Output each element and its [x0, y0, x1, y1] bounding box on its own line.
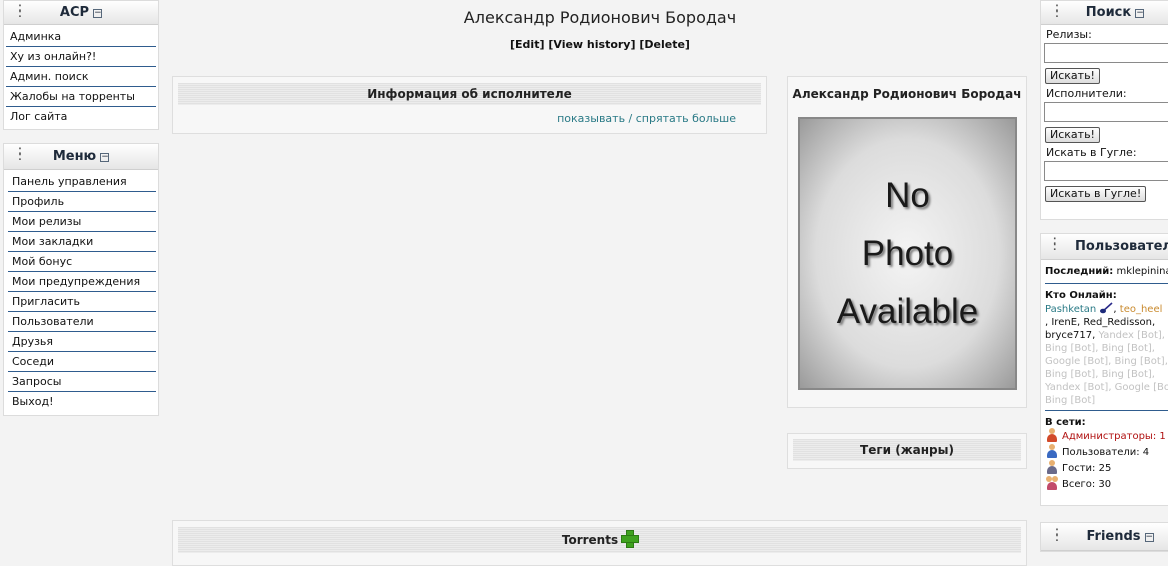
- collapse-icon[interactable]: −: [1135, 9, 1145, 18]
- last-user-link[interactable]: mklepinina: [1116, 266, 1168, 277]
- last-user-row: Последний: mklepinina: [1045, 260, 1168, 284]
- stat-guests: Гости: 25: [1045, 460, 1168, 476]
- collapse-icon[interactable]: −: [1144, 533, 1154, 542]
- menu-item-bonus[interactable]: Мой бонус: [8, 252, 156, 272]
- menu-item-control-panel[interactable]: Панель управления: [8, 172, 156, 192]
- menu-item-neighbors[interactable]: Соседи: [8, 352, 156, 372]
- view-history-link[interactable]: [View history]: [548, 38, 635, 51]
- menu-header[interactable]: ⁚ ⁚ Меню −: [4, 144, 158, 170]
- edit-links: [Edit] [View history] [Delete]: [300, 38, 900, 51]
- bot-list: Yandex [Bot], Google [Bot]: [1045, 382, 1168, 393]
- menu-item-friends[interactable]: Друзья: [8, 332, 156, 352]
- acp-header[interactable]: ⁚ ⁚ ACP −: [4, 1, 158, 25]
- last-user-label: Последний:: [1045, 266, 1114, 277]
- online-user-pashketan[interactable]: Pashketan: [1045, 304, 1096, 315]
- acp-menu: Админка Ху из онлайн?! Админ. поиск Жало…: [4, 25, 158, 129]
- artists-label: Исполнители:: [1046, 87, 1127, 100]
- users-block: ⁚⁚ Пользователи Последний: mklepinina Кт…: [1040, 233, 1168, 506]
- artist-name-heading: Александр Родионович Бородач: [792, 87, 1022, 101]
- acp-item-admin-search[interactable]: Админ. поиск: [6, 67, 156, 87]
- friends-title: Friends: [1086, 529, 1141, 544]
- no-photo-image: No Photo Available: [798, 117, 1017, 390]
- admin-user-icon: [1045, 428, 1059, 442]
- bot-list: Bing [Bot]: [1045, 395, 1096, 406]
- artists-search-input[interactable]: [1044, 102, 1168, 122]
- releases-search-input[interactable]: [1044, 43, 1168, 63]
- menu-title: Меню: [52, 149, 97, 164]
- bot-list: Yandex [Bot],: [1095, 330, 1165, 341]
- guest-user-icon: [1045, 460, 1059, 474]
- who-online-label: Кто Онлайн:: [1045, 290, 1117, 301]
- delete-link[interactable]: [Delete]: [639, 38, 690, 51]
- releases-search-button[interactable]: Искать!: [1045, 68, 1100, 84]
- drag-handle-icon[interactable]: ⁚ ⁚: [1053, 5, 1061, 20]
- menu-item-users[interactable]: Пользователи: [8, 312, 156, 332]
- drag-handle-icon[interactable]: ⁚ ⁚: [1053, 529, 1061, 544]
- google-search-button[interactable]: Искать в Гугле!: [1045, 186, 1147, 202]
- menu-item-requests[interactable]: Запросы: [8, 372, 156, 392]
- stat-members: Пользователи: 4: [1045, 444, 1168, 460]
- collapse-icon[interactable]: −: [93, 9, 103, 18]
- friends-header[interactable]: ⁚ ⁚ Friends −: [1041, 523, 1168, 551]
- tags-panel: Теги (жанры): [787, 433, 1027, 469]
- menu-block: ⁚ ⁚ Меню − Панель управления Профиль Мои р…: [3, 143, 159, 416]
- artist-info-panel: Информация об исполнителе показывать / с…: [172, 76, 767, 134]
- menu-item-logout[interactable]: Выход!: [8, 392, 156, 412]
- google-search-input[interactable]: [1044, 161, 1168, 181]
- show-hide-more-link[interactable]: показывать / спрятать больше: [557, 112, 736, 125]
- member-user-icon: [1045, 444, 1059, 458]
- bot-list: Google [Bot], Bing [Bot],: [1045, 356, 1168, 367]
- collapse-icon[interactable]: −: [100, 153, 110, 162]
- acp-title: ACP: [59, 5, 90, 20]
- guitar-icon: [1100, 302, 1113, 314]
- online-stats-label: В сети:: [1045, 417, 1086, 428]
- online-user-teo-heel[interactable]: teo_heel: [1120, 304, 1163, 315]
- users-title: Пользователи: [1075, 239, 1168, 254]
- bot-list: Bing [Bot], Bing [Bot],: [1045, 343, 1155, 354]
- group-users-icon: [1045, 476, 1059, 490]
- stat-admins: Администраторы: 1: [1045, 428, 1168, 444]
- online-stats: В сети: Администраторы: 1 Пользователи: …: [1045, 411, 1168, 492]
- menu-item-my-releases[interactable]: Мои релизы: [8, 212, 156, 232]
- page-title: Александр Родионович Бородач: [463, 8, 737, 27]
- releases-label: Релизы:: [1046, 28, 1092, 41]
- edit-link[interactable]: [Edit]: [510, 38, 544, 51]
- menu-item-bookmarks[interactable]: Мои закладки: [8, 232, 156, 252]
- friends-block: ⁚ ⁚ Friends −: [1040, 522, 1168, 552]
- add-torrent-icon[interactable]: [621, 530, 640, 548]
- drag-handle-icon[interactable]: ⁚ ⁚: [16, 148, 24, 163]
- drag-handle-icon[interactable]: ⁚ ⁚: [1053, 238, 1061, 253]
- tags-title: Теги (жанры): [793, 439, 1021, 461]
- users-body: Последний: mklepinina Кто Онлайн: Pashke…: [1041, 260, 1168, 492]
- acp-block: ⁚ ⁚ ACP − Админка Ху из онлайн?! Админ. по…: [3, 0, 159, 130]
- menu-item-invite[interactable]: Пригласить: [8, 292, 156, 312]
- acp-item-admin[interactable]: Админка: [6, 27, 156, 47]
- menu-item-profile[interactable]: Профиль: [8, 192, 156, 212]
- search-block: ⁚ ⁚ Поиск − Релизы: Искать! Исполнители: И…: [1040, 0, 1168, 220]
- artist-photo-panel: Александр Родионович Бородач No Photo Av…: [787, 76, 1027, 408]
- user-menu: Панель управления Профиль Мои релизы Мои…: [4, 170, 158, 414]
- no-photo-text: No Photo Available: [836, 175, 979, 331]
- users-header[interactable]: ⁚⁚ Пользователи: [1041, 234, 1168, 260]
- torrents-title: Torrents: [561, 533, 619, 547]
- stat-total: Всего: 30: [1045, 476, 1168, 492]
- drag-handle-icon[interactable]: ⁚ ⁚: [16, 5, 24, 20]
- google-label: Искать в Гугле:: [1046, 146, 1137, 159]
- search-title: Поиск: [1085, 5, 1132, 20]
- acp-item-complaints[interactable]: Жалобы на торренты: [6, 87, 156, 107]
- online-users-line: , IrenE, Red_Redisson,: [1045, 317, 1156, 328]
- bot-list: Bing [Bot], Bing [Bot],: [1045, 369, 1155, 380]
- search-header[interactable]: ⁚ ⁚ Поиск −: [1041, 1, 1168, 25]
- acp-item-site-log[interactable]: Лог сайта: [6, 107, 156, 127]
- who-online-row: Кто Онлайн: Pashketan , teo_heel , IrenE…: [1045, 284, 1168, 411]
- menu-item-warnings[interactable]: Мои предупреждения: [8, 272, 156, 292]
- artist-info-title: Информация об исполнителе: [178, 83, 761, 105]
- acp-item-who-online[interactable]: Ху из онлайн?!: [6, 47, 156, 67]
- torrents-panel: Torrents: [172, 520, 1027, 566]
- artists-search-button[interactable]: Искать!: [1045, 127, 1100, 143]
- online-users-line2: bryce717,: [1045, 330, 1096, 341]
- torrents-header: Torrents: [178, 527, 1021, 553]
